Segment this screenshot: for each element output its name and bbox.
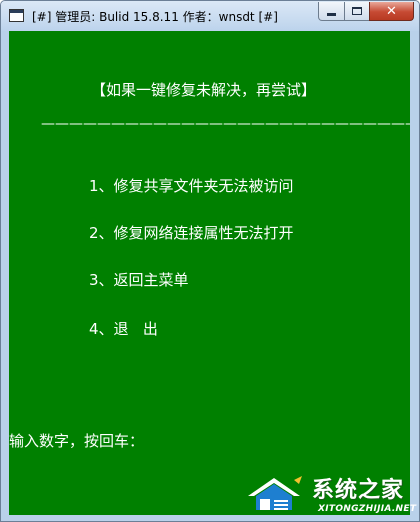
menu-item-back-to-main: 3、返回主菜单 [89,271,189,289]
maximize-icon [352,7,362,15]
menu-item-fix-network-properties: 2、修复网络连接属性无法打开 [89,224,294,242]
menu-item-exit: 4、退 出 [89,320,158,338]
close-button[interactable]: ✕ [369,2,414,21]
console-heading: 【如果一键修复未解决，再尝试】 [91,81,317,99]
console-window: [#] 管理员: Bulid 15.8.11 作者：wnsdt [#] ✕ 【如… [0,0,420,522]
maximize-button[interactable] [344,2,370,21]
title-bar[interactable]: [#] 管理员: Bulid 15.8.11 作者：wnsdt [#] ✕ [1,1,419,31]
window-title: [#] 管理员: Bulid 15.8.11 作者：wnsdt [#] [32,10,278,24]
console-output[interactable]: 【如果一键修复未解决，再尝试】 ————————————————————————… [9,31,410,515]
input-prompt[interactable]: 输入数字，按回车： [9,432,144,450]
minimize-button[interactable] [318,2,345,21]
console-window-icon[interactable] [9,9,24,22]
house-logo-icon [248,476,302,510]
watermark-brand: 系统之家 [312,478,405,503]
vertical-scrollbar[interactable] [410,31,419,515]
watermark-url: XITONGZHIJIA.NET [318,504,417,514]
site-watermark: 系统之家 XITONGZHIJIA.NET [240,468,416,520]
close-icon: ✕ [386,3,397,19]
minimize-icon [327,13,336,16]
menu-item-fix-shared-folder: 1、修复共享文件夹无法被访问 [89,177,294,195]
console-divider: ———————————————————————————————— [41,116,410,132]
